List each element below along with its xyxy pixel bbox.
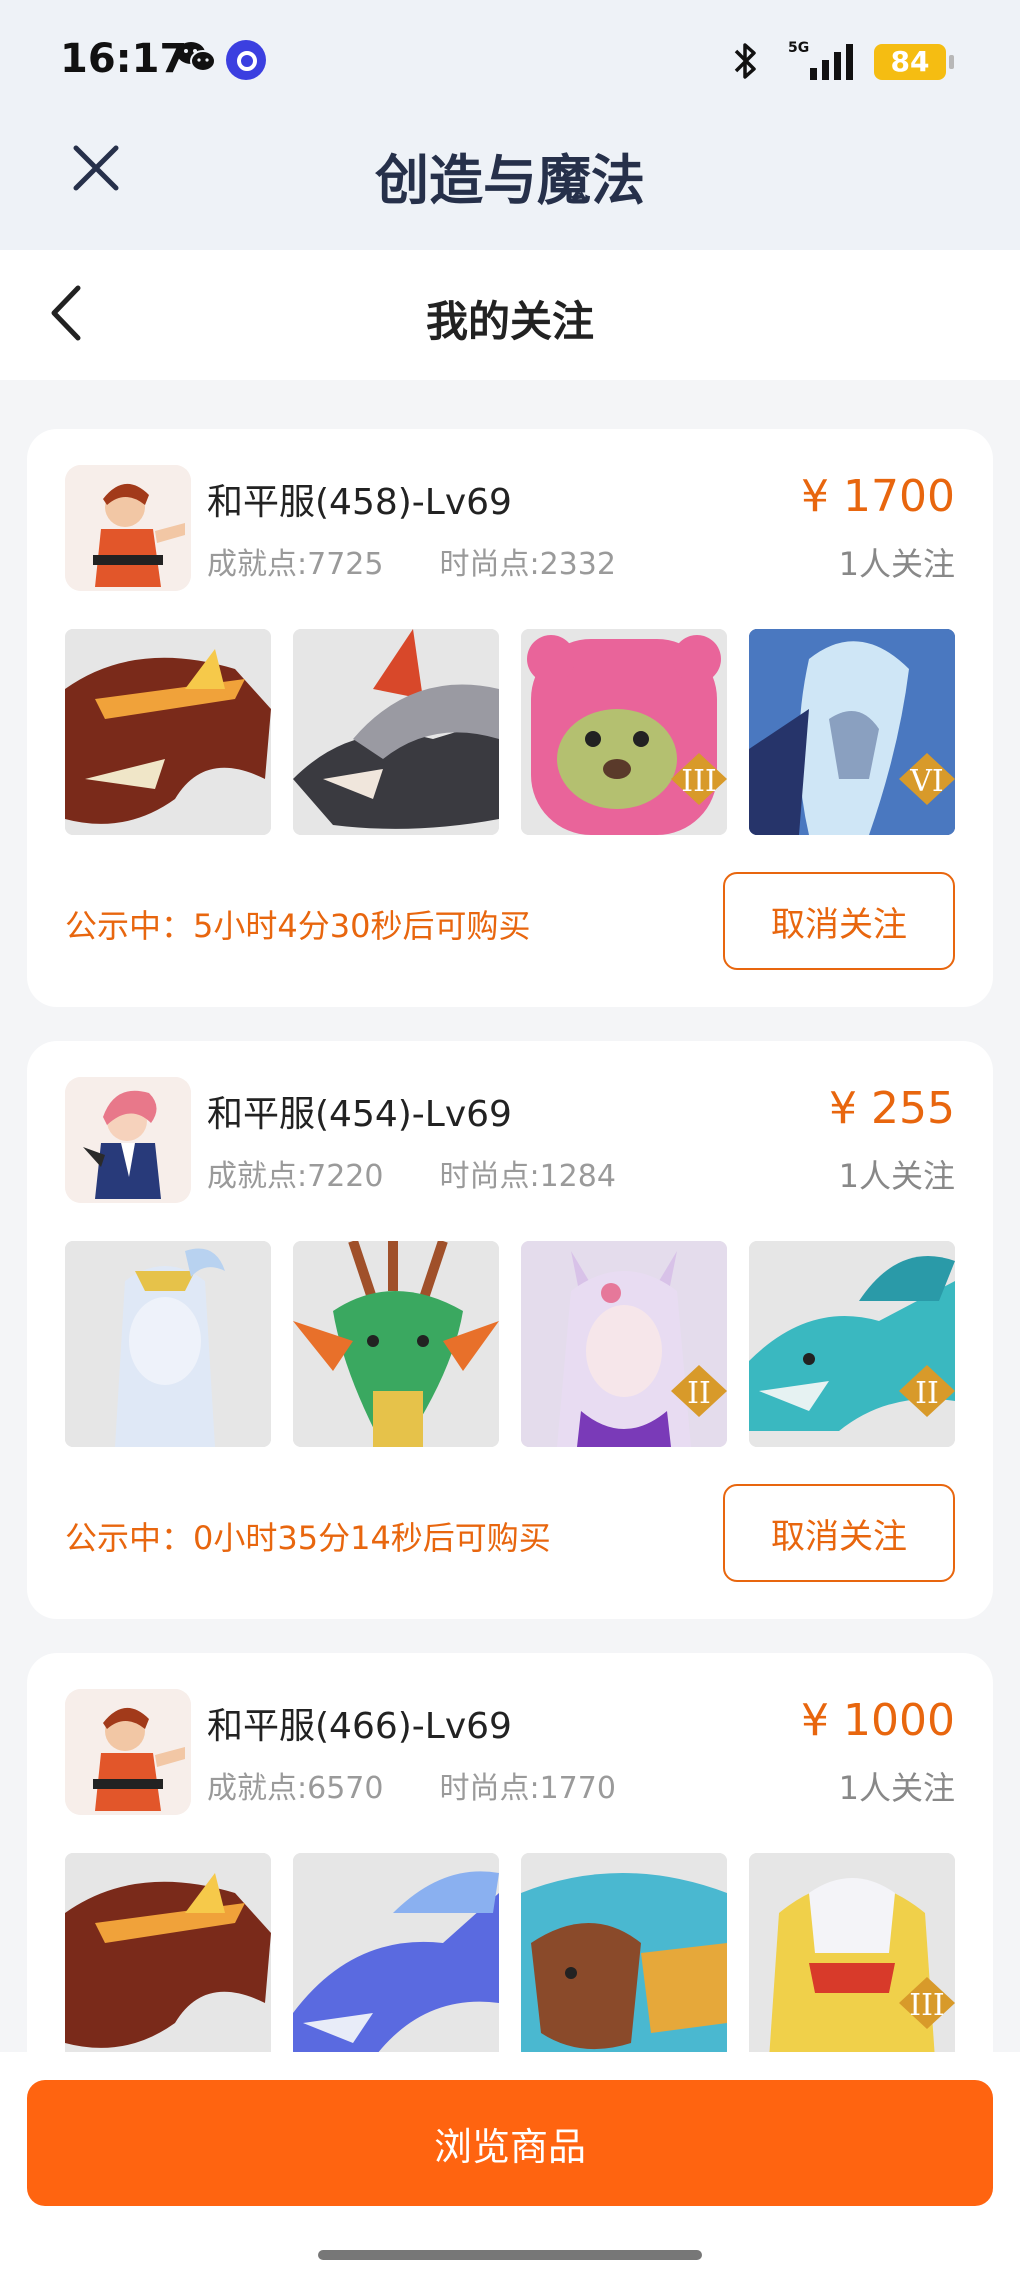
tier-badge: III bbox=[681, 764, 717, 799]
listing-card[interactable]: 和平服(458)-Lv69 成就点:7725 时尚点:2332 ¥ 1700 1人… bbox=[27, 429, 993, 1007]
price: ¥ 255 bbox=[829, 1083, 955, 1134]
character-avatar bbox=[65, 465, 191, 591]
footer-bar: 浏览商品 bbox=[0, 2052, 1020, 2280]
unfollow-button[interactable]: 取消关注 bbox=[723, 1484, 955, 1582]
item-thumbnails: III bbox=[65, 1853, 955, 2059]
item-thumbnail[interactable] bbox=[293, 1241, 499, 1447]
item-thumbnails: II II bbox=[65, 1241, 955, 1447]
item-thumbnail[interactable]: II bbox=[521, 1241, 727, 1447]
app-title-bar: 创造与魔法 bbox=[0, 120, 1020, 250]
browse-products-button[interactable]: 浏览商品 bbox=[27, 2080, 993, 2206]
achievement-points: 成就点:7220 bbox=[207, 1159, 384, 1194]
item-thumbnail[interactable]: III bbox=[521, 629, 727, 835]
item-thumbnail[interactable] bbox=[65, 1241, 271, 1447]
item-thumbnail[interactable] bbox=[293, 629, 499, 835]
nav-bar: 我的关注 bbox=[0, 250, 1020, 380]
home-indicator[interactable] bbox=[318, 2250, 702, 2260]
status-bar: 16:17 5G 84 bbox=[0, 0, 1020, 120]
battery-indicator: 84 bbox=[874, 44, 954, 80]
achievement-points: 成就点:6570 bbox=[207, 1771, 384, 1806]
tier-badge: II bbox=[915, 1376, 939, 1411]
fashion-points: 时尚点:1284 bbox=[439, 1159, 616, 1194]
signal-5g-icon: 5G bbox=[788, 40, 853, 80]
fashion-points: 时尚点:1770 bbox=[439, 1771, 616, 1806]
item-thumbnail[interactable]: VI bbox=[749, 629, 955, 835]
fashion-points: 时尚点:2332 bbox=[439, 547, 616, 582]
item-thumbnail[interactable]: II bbox=[749, 1241, 955, 1447]
item-thumbnail[interactable] bbox=[65, 1853, 271, 2059]
stats-row: 成就点:7220 时尚点:1284 bbox=[207, 1151, 616, 1195]
item-thumbnail[interactable] bbox=[521, 1853, 727, 2059]
app-notification-icon bbox=[226, 40, 266, 80]
follower-count: 1人关注 bbox=[838, 545, 955, 583]
price: ¥ 1000 bbox=[801, 1695, 955, 1746]
character-avatar bbox=[65, 1689, 191, 1815]
publicity-notice: 公示中：5小时4分30秒后可购买 bbox=[65, 907, 531, 945]
price: ¥ 1700 bbox=[801, 471, 955, 522]
tier-badge: III bbox=[909, 1988, 945, 2023]
stats-row: 成就点:6570 时尚点:1770 bbox=[207, 1763, 616, 1807]
item-thumbnail[interactable] bbox=[65, 629, 271, 835]
listing-card[interactable]: 和平服(454)-Lv69 成就点:7220 时尚点:1284 ¥ 255 1人关… bbox=[27, 1041, 993, 1619]
app-title: 创造与魔法 bbox=[375, 149, 645, 212]
status-time: 16:17 bbox=[60, 36, 188, 82]
unfollow-button[interactable]: 取消关注 bbox=[723, 872, 955, 970]
item-thumbnail[interactable] bbox=[293, 1853, 499, 2059]
publicity-notice: 公示中：0小时35分14秒后可购买 bbox=[65, 1519, 551, 1557]
follower-count: 1人关注 bbox=[838, 1157, 955, 1195]
tier-badge: II bbox=[687, 1376, 711, 1411]
character-avatar bbox=[65, 1077, 191, 1203]
achievement-points: 成就点:7725 bbox=[207, 547, 384, 582]
stats-row: 成就点:7725 时尚点:2332 bbox=[207, 539, 616, 583]
item-thumbnail[interactable]: III bbox=[749, 1853, 955, 2059]
follower-count: 1人关注 bbox=[838, 1769, 955, 1807]
server-name: 和平服(466)-Lv69 bbox=[207, 1706, 512, 1747]
server-name: 和平服(454)-Lv69 bbox=[207, 1094, 512, 1135]
wechat-icon bbox=[177, 42, 216, 72]
item-thumbnails: III VI bbox=[65, 629, 955, 835]
page-title: 我的关注 bbox=[425, 297, 594, 346]
server-name: 和平服(458)-Lv69 bbox=[207, 482, 512, 523]
tier-badge: VI bbox=[909, 764, 944, 799]
bluetooth-icon bbox=[734, 43, 756, 79]
svg-text:5G: 5G bbox=[788, 40, 809, 56]
